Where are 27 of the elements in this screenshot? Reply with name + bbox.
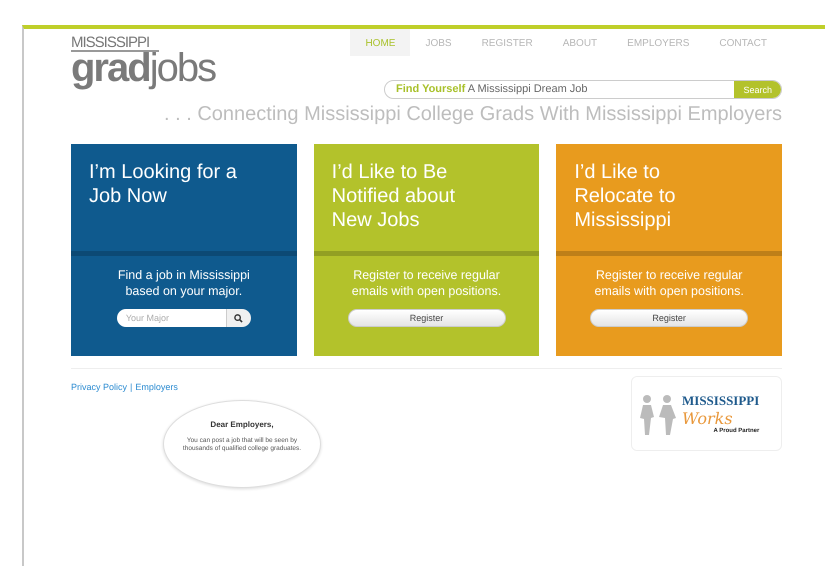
nav-tab[interactable]: JOBS	[410, 29, 467, 56]
partner-name: MISSISSIPPI	[682, 393, 760, 409]
card-title: I’d Like to Be Notified about New Jobs	[330, 160, 456, 233]
nav-tab[interactable]: ABOUT	[548, 29, 612, 56]
card-title: I’d Like to Relocate to Mississippi	[573, 160, 677, 233]
card-text: Register to receive regular emails with open positions.	[593, 267, 745, 299]
search-button[interactable]: Search	[734, 81, 781, 98]
logo-text: MISSISSIPPI	[71, 35, 159, 52]
nav-tab[interactable]: EMPLOYERS	[612, 29, 704, 56]
nav-tab[interactable]: HOME	[350, 29, 410, 56]
footer-link[interactable]: Employers	[135, 382, 178, 392]
card-text: Find a job in Mississippi based on your major.	[116, 267, 251, 299]
footer-link[interactable]: Privacy Policy	[71, 382, 128, 392]
card-text: Register to receive regular emails with open positions.	[350, 267, 502, 299]
search-button[interactable]	[226, 309, 251, 327]
nav-tab[interactable]: REGISTER	[466, 29, 548, 56]
card-title: I’m Looking for a Job Now	[88, 160, 238, 209]
bubble-heading: Dear Employers,	[210, 420, 274, 429]
tagline: . . . Connecting Mississippi College Grads With Mississippi Employers	[163, 103, 782, 126]
nav-tab[interactable]: CONTACT	[704, 29, 782, 56]
register-button[interactable]: Register	[348, 309, 506, 327]
link-separator: |	[130, 382, 132, 392]
major-field[interactable]: Your Major	[116, 309, 226, 327]
register-button[interactable]: Register	[590, 309, 748, 327]
search-icon	[234, 314, 244, 322]
search-field[interactable]: Find Yourself A Mississippi Dream Job Search	[384, 80, 782, 99]
partner-script: Works	[682, 409, 733, 428]
